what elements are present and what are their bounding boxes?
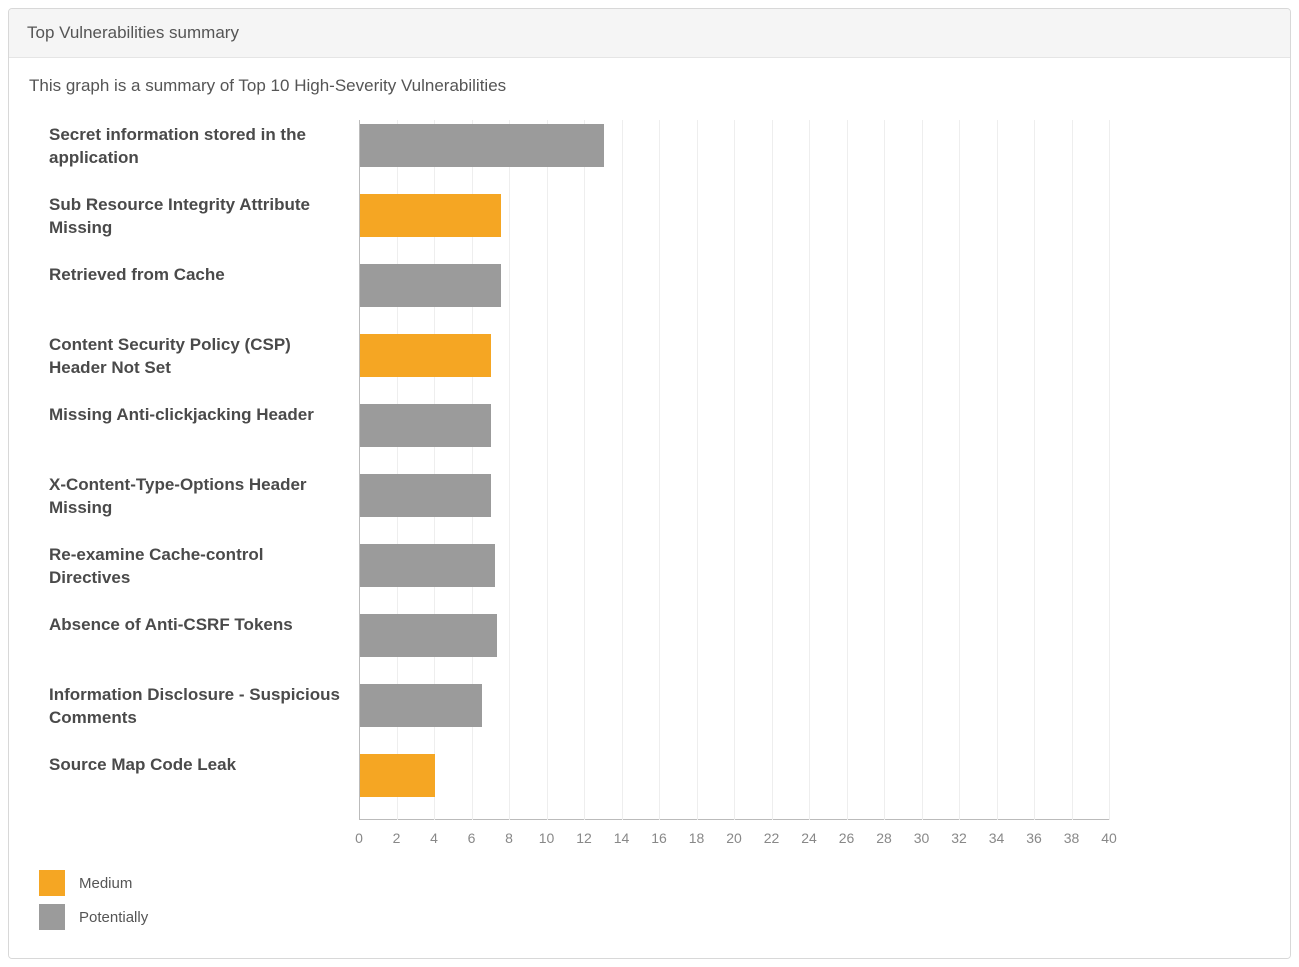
y-category-label: Content Security Policy (CSP) Header Not… [49, 334, 359, 380]
chart: 0246810121416182022242628303234363840Sec… [29, 120, 1270, 820]
panel-body: This graph is a summary of Top 10 High-S… [9, 58, 1290, 958]
grid-line [584, 120, 585, 820]
y-category-label: Information Disclosure - Suspicious Comm… [49, 684, 359, 730]
x-tick-label: 4 [430, 830, 438, 846]
legend: Medium Potentially [39, 870, 1270, 930]
x-tick-label: 24 [801, 830, 817, 846]
vulnerabilities-panel: Top Vulnerabilities summary This graph i… [8, 8, 1291, 959]
grid-line [809, 120, 810, 820]
grid-line [734, 120, 735, 820]
bar-potentially [360, 544, 495, 587]
bar-potentially [360, 614, 497, 657]
x-tick-label: 0 [355, 830, 363, 846]
legend-swatch-medium [39, 870, 65, 896]
grid-line [959, 120, 960, 820]
x-tick-label: 40 [1101, 830, 1117, 846]
grid-line [622, 120, 623, 820]
y-category-label: Re-examine Cache-control Directives [49, 544, 359, 590]
grid-line [884, 120, 885, 820]
panel-title: Top Vulnerabilities summary [27, 23, 239, 42]
y-category-label: Absence of Anti-CSRF Tokens [49, 614, 359, 637]
legend-item-potentially: Potentially [39, 904, 1270, 930]
grid-line [547, 120, 548, 820]
grid-line [997, 120, 998, 820]
grid-line [922, 120, 923, 820]
legend-label-potentially: Potentially [79, 909, 148, 926]
grid-line [1109, 120, 1110, 820]
panel-subtitle: This graph is a summary of Top 10 High-S… [29, 76, 1270, 96]
x-tick-label: 16 [651, 830, 667, 846]
x-tick-label: 36 [1026, 830, 1042, 846]
y-category-label: X-Content-Type-Options Header Missing [49, 474, 359, 520]
legend-item-medium: Medium [39, 870, 1270, 896]
grid-line [509, 120, 510, 820]
y-category-label: Source Map Code Leak [49, 754, 359, 777]
x-tick-label: 30 [914, 830, 930, 846]
x-tick-label: 34 [989, 830, 1005, 846]
grid-line [659, 120, 660, 820]
legend-label-medium: Medium [79, 875, 132, 892]
y-category-label: Missing Anti-clickjacking Header [49, 404, 359, 427]
bar-potentially [360, 264, 501, 307]
x-tick-label: 22 [764, 830, 780, 846]
bar-potentially [360, 684, 482, 727]
x-tick-label: 28 [876, 830, 892, 846]
grid-line [772, 120, 773, 820]
y-category-label: Sub Resource Integrity Attribute Missing [49, 194, 359, 240]
x-tick-label: 32 [951, 830, 967, 846]
bar-potentially [360, 474, 491, 517]
x-tick-label: 20 [726, 830, 742, 846]
x-tick-label: 38 [1064, 830, 1080, 846]
y-category-label: Retrieved from Cache [49, 264, 359, 287]
x-tick-label: 8 [505, 830, 513, 846]
x-tick-label: 10 [539, 830, 555, 846]
legend-swatch-potentially [39, 904, 65, 930]
bar-potentially [360, 404, 491, 447]
panel-header: Top Vulnerabilities summary [9, 9, 1290, 58]
plot-area: 0246810121416182022242628303234363840Sec… [359, 120, 1109, 820]
x-tick-label: 18 [689, 830, 705, 846]
x-tick-label: 14 [614, 830, 630, 846]
x-tick-label: 2 [393, 830, 401, 846]
y-category-label: Secret information stored in the applica… [49, 124, 359, 170]
x-tick-label: 6 [468, 830, 476, 846]
x-tick-label: 12 [576, 830, 592, 846]
grid-line [847, 120, 848, 820]
bar-medium [360, 194, 501, 237]
bar-potentially [360, 124, 604, 167]
grid-line [1072, 120, 1073, 820]
bar-medium [360, 754, 435, 797]
grid-line [697, 120, 698, 820]
bar-medium [360, 334, 491, 377]
x-tick-label: 26 [839, 830, 855, 846]
grid-line [1034, 120, 1035, 820]
